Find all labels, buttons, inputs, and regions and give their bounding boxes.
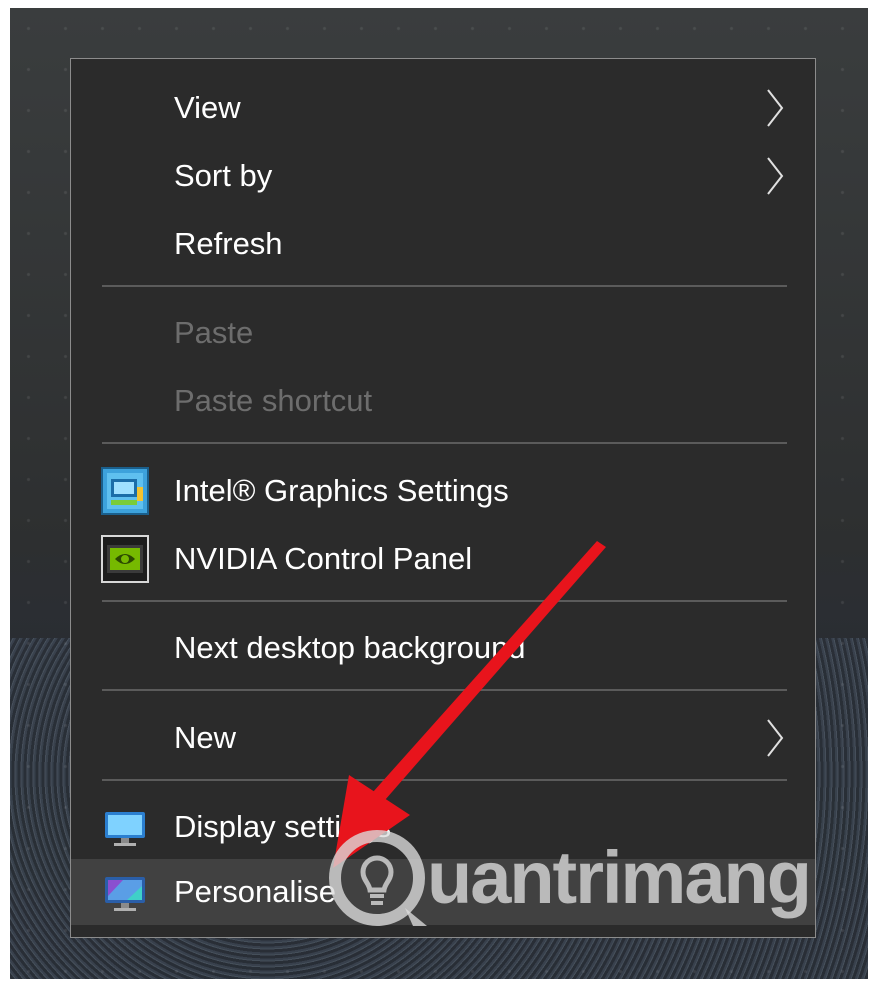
menu-item-refresh[interactable]: Refresh (71, 211, 815, 277)
chevron-right-icon (767, 157, 784, 195)
menu-item-sort-by[interactable]: Sort by (71, 143, 815, 209)
menu-separator (102, 600, 787, 602)
desktop-context-menu: View Sort by Refresh Paste Paste shortcu… (70, 58, 816, 938)
menu-item-label: Next desktop background (174, 630, 526, 665)
menu-item-new[interactable]: New (71, 705, 815, 771)
menu-item-label: Refresh (174, 226, 283, 261)
watermark: uantrimang (325, 825, 845, 930)
menu-item-nvidia-control-panel[interactable]: NVIDIA Control Panel (71, 526, 815, 592)
menu-separator (102, 689, 787, 691)
menu-item-label: Personalise (174, 874, 336, 909)
menu-item-paste-shortcut: Paste shortcut (71, 368, 815, 434)
menu-item-label: Paste shortcut (174, 383, 373, 418)
lightbulb-icon (329, 829, 427, 926)
menu-item-label: Paste (174, 315, 254, 350)
menu-item-view[interactable]: View (71, 75, 815, 141)
menu-item-label: New (174, 720, 237, 755)
menu-separator (102, 285, 787, 287)
menu-item-label: Intel® Graphics Settings (174, 473, 509, 508)
watermark-text: uantrimang (427, 836, 812, 919)
menu-item-intel-graphics-settings[interactable]: Intel® Graphics Settings (71, 458, 815, 524)
menu-item-paste: Paste (71, 300, 815, 366)
nvidia-icon (101, 535, 149, 583)
chevron-right-icon (767, 719, 784, 757)
menu-item-label: Sort by (174, 158, 273, 193)
menu-item-label: NVIDIA Control Panel (174, 541, 473, 576)
menu-item-next-desktop-background[interactable]: Next desktop background (71, 615, 815, 681)
chevron-right-icon (767, 89, 784, 127)
display-monitor-icon (105, 812, 145, 846)
menu-item-label: View (174, 90, 241, 125)
menu-separator (102, 779, 787, 781)
menu-separator (102, 442, 787, 444)
intel-graphics-icon (101, 467, 149, 515)
personalise-icon (105, 877, 145, 911)
